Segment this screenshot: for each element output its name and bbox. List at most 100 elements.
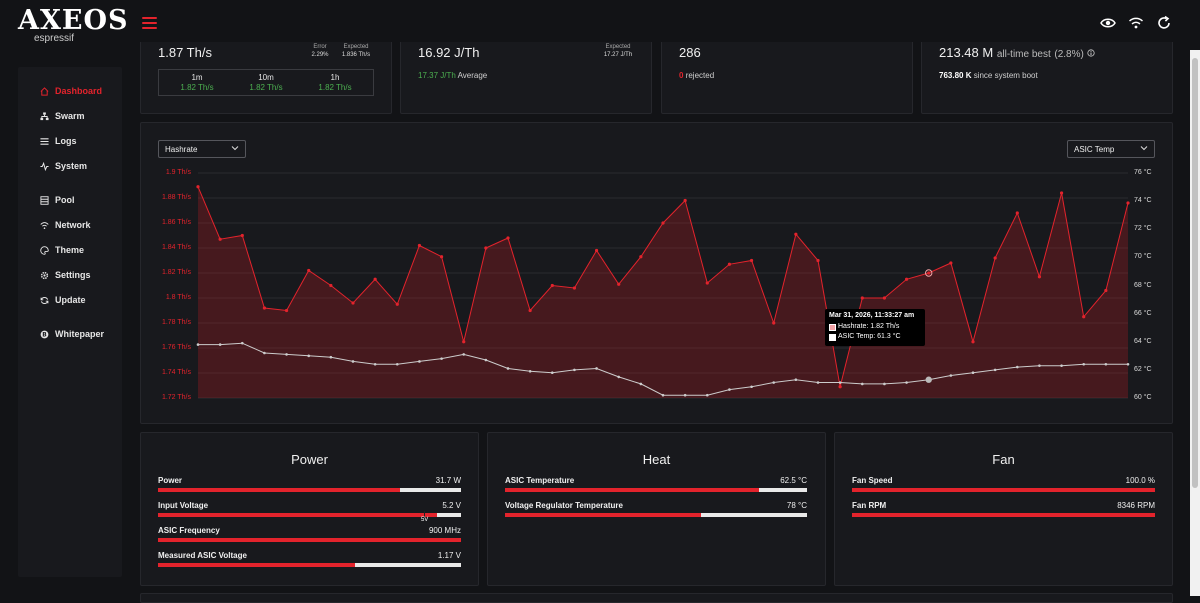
y-right-tick-label: 72 °C <box>1134 225 1152 233</box>
sidebar-item-label: Theme <box>55 245 85 255</box>
metric-progress-bar <box>852 488 1155 492</box>
metric-value: 31.7 W <box>435 476 461 485</box>
server-icon <box>40 195 49 205</box>
best-since-boot: 763.80 K since system boot <box>939 71 1038 80</box>
bitcoin-icon: B <box>40 330 49 338</box>
metric-progress-fill <box>852 488 1155 492</box>
sidebar-item-theme[interactable]: Theme <box>40 245 84 255</box>
y-left-tick-label: 1.76 Th/s <box>161 344 191 351</box>
avg-label: 1m <box>191 73 203 82</box>
sidebar-item-label: System <box>55 161 88 171</box>
y-right-tick-label: 64 °C <box>1134 337 1152 345</box>
sidebar-item-settings[interactable]: Settings <box>40 270 91 280</box>
sidebar-item-network[interactable]: Network <box>40 220 91 230</box>
y-right-tick-label: 68 °C <box>1134 281 1152 289</box>
sidebar-item-label: Dashboard <box>55 86 103 96</box>
y-left-tick-label: 1.8 Th/s <box>165 294 191 301</box>
menu-toggle-button[interactable] <box>142 17 157 31</box>
sidebar-item-logs[interactable]: Logs <box>40 136 77 146</box>
metric-progress-bar <box>158 538 461 542</box>
left-metric-select[interactable]: Hashrate <box>158 140 246 158</box>
scrollbar-thumb[interactable] <box>1192 58 1198 488</box>
gear-icon <box>40 271 49 279</box>
efficiency-expected-value: 17.27 J/Th <box>603 52 633 58</box>
efficiency-average: 17.37 J/Th Average <box>418 71 487 80</box>
metric-value: 5.2 V <box>442 501 461 510</box>
right-metric-select[interactable]: ASIC Temp <box>1067 140 1155 158</box>
y-right-tick-label: 70 °C <box>1134 253 1152 261</box>
svg-text:B: B <box>42 332 47 338</box>
chart-tooltip: Mar 31, 2026, 11:33:27 am Hashrate: 1.82… <box>825 309 925 346</box>
best-value: 213.48 M <box>939 45 994 60</box>
avg-label: 10m <box>258 73 274 82</box>
metric-label: Measured ASIC Voltage <box>158 551 247 560</box>
hashrate-error-label: Error <box>313 44 327 50</box>
top-icons <box>1100 15 1172 31</box>
metric-progress-fill <box>158 513 437 517</box>
hashrate-expected-label: Expected <box>343 44 369 50</box>
sidebar-item-label: Whitepaper <box>55 329 105 339</box>
metric-progress-fill <box>158 563 355 567</box>
sidebar-item-update[interactable]: Update <box>40 295 86 305</box>
efficiency-average-value: 17.37 J/Th <box>418 71 456 80</box>
metric-label: ASIC Temperature <box>505 476 575 485</box>
best-difficulty: 213.48 M all-time best (2.8%) <box>939 45 1096 60</box>
avg-value: 1.82 Th/s <box>249 83 283 92</box>
y-right-tick-label: 60 °C <box>1134 394 1152 401</box>
wifi-icon[interactable] <box>1128 15 1144 31</box>
sitemap-icon <box>40 111 49 120</box>
y-right-tick-label: 66 °C <box>1134 309 1152 317</box>
y-left-tick-label: 1.78 Th/s <box>161 319 191 326</box>
sidebar-item-label: Network <box>55 220 91 230</box>
metric-label: Voltage Regulator Temperature <box>505 501 623 510</box>
sidebar-item-label: Swarm <box>55 111 85 121</box>
refresh-icon <box>40 296 49 304</box>
metric-progress-fill <box>505 488 759 492</box>
metric-progress-fill <box>852 513 1155 517</box>
y-left-tick-label: 1.84 Th/s <box>161 244 191 251</box>
hashrate-value: 1.87 Th/s <box>158 45 212 60</box>
avg-1m: 1m 1.82 Th/s <box>162 73 232 93</box>
since-value: 763.80 K <box>939 71 972 80</box>
avg-value: 1.82 Th/s <box>318 83 352 92</box>
sidebar-item-whitepaper[interactable]: B Whitepaper <box>40 329 104 339</box>
metric-progress-bar <box>158 563 461 567</box>
topbar-backdrop <box>0 0 1190 42</box>
sidebar-item-dashboard[interactable]: Dashboard <box>40 86 102 96</box>
panel-title: Heat <box>642 452 671 467</box>
best-label: all-time best <box>996 49 1051 60</box>
efficiency-expected-label: Expected <box>605 44 631 50</box>
logo-text: AXEOS <box>18 5 129 36</box>
eye-icon[interactable] <box>1100 15 1116 31</box>
y-left-tick-label: 1.74 Th/s <box>161 369 191 376</box>
y-left-tick-label: 1.9 Th/s <box>165 169 191 176</box>
metric-progress-bar <box>505 513 807 517</box>
sidebar-item-label: Settings <box>55 270 91 280</box>
left-select-value: Hashrate <box>165 145 198 154</box>
shares-value: 286 <box>679 45 701 60</box>
info-icon[interactable] <box>1087 49 1096 57</box>
chevron-down-icon <box>1140 146 1148 151</box>
metric-label: ASIC Frequency <box>158 526 220 535</box>
sidebar-item-swarm[interactable]: Swarm <box>40 111 85 121</box>
metric-progress-fill <box>158 488 401 492</box>
efficiency-average-label: Average <box>457 71 488 80</box>
hashrate-averages: 1m 1.82 Th/s 10m 1.82 Th/s 1h 1.82 Th/s <box>158 69 374 96</box>
y-left-tick-label: 1.72 Th/s <box>161 394 191 401</box>
since-label: since system boot <box>973 71 1038 80</box>
sidebar-item-system[interactable]: System <box>40 161 87 171</box>
metric-label: Fan RPM <box>852 501 887 510</box>
marker-label: 5V <box>420 517 429 523</box>
metric-progress-bar <box>158 488 461 492</box>
logo-overlay[interactable]: AXEOS espressif <box>18 5 129 44</box>
refresh-icon[interactable] <box>1156 15 1172 31</box>
list-icon <box>40 137 49 145</box>
metric-value: 100.0 % <box>1125 476 1155 485</box>
nominal-voltage-marker: 5V <box>419 511 431 523</box>
sidebar-item-pool[interactable]: Pool <box>40 195 75 205</box>
metric-label: Fan Speed <box>852 476 893 485</box>
palette-icon <box>40 245 49 255</box>
metric-progress-bar <box>505 488 807 492</box>
next-row-card <box>140 593 1173 603</box>
sidebar-item-label: Update <box>55 295 86 305</box>
